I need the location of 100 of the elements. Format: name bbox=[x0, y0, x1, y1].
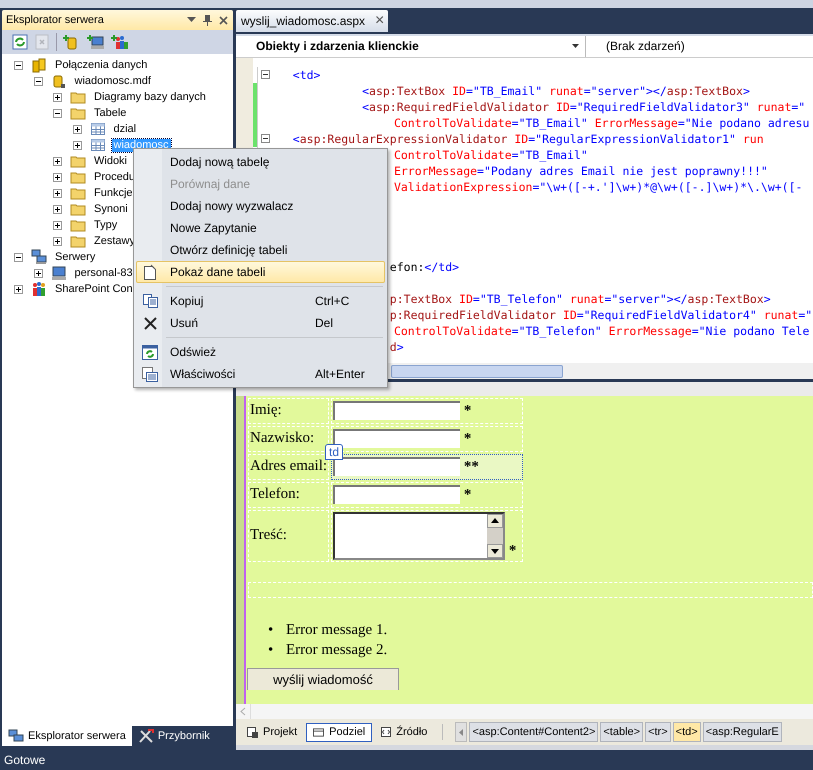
expand-icon[interactable] bbox=[34, 268, 42, 278]
required-marker: * bbox=[464, 431, 472, 448]
scrollbar[interactable] bbox=[487, 514, 504, 558]
tree-item[interactable]: Widoki bbox=[92, 154, 130, 168]
expand-icon[interactable] bbox=[53, 204, 62, 214]
code-line: ControlToValidate="TB_Telefon" ErrorMessage="Nie podano Tele bbox=[394, 324, 810, 338]
panel-tab[interactable]: Eksplorator serwera bbox=[2, 726, 132, 746]
breadcrumb-tag[interactable]: <tr> bbox=[645, 722, 671, 742]
close-button[interactable]: × bbox=[375, 12, 384, 30]
view-tab[interactable]: Projekt bbox=[240, 722, 304, 742]
menu-item[interactable]: Właściwości Alt+Enter bbox=[136, 363, 385, 385]
required-marker: * bbox=[508, 542, 516, 559]
menu-item[interactable]: Usuń Del bbox=[136, 312, 385, 334]
pin-icon[interactable] bbox=[203, 14, 212, 26]
tree-item[interactable]: Połączenia danych bbox=[53, 58, 150, 72]
close-icon[interactable] bbox=[219, 16, 228, 24]
tree-item[interactable]: Procedu bbox=[92, 170, 137, 184]
objects-dropdown[interactable]: Obiekty i zdarzenia klienckie bbox=[236, 36, 586, 57]
collapse-icon[interactable] bbox=[14, 252, 23, 262]
breadcrumb-tag[interactable]: <table> bbox=[600, 722, 644, 742]
expand-icon[interactable] bbox=[53, 220, 62, 230]
scroll-left-button[interactable] bbox=[455, 722, 468, 742]
tree-item[interactable]: Diagramy bazy danych bbox=[92, 90, 208, 104]
expand-icon[interactable] bbox=[14, 284, 23, 294]
table-icon bbox=[90, 137, 106, 153]
view-tab[interactable]: Źródło bbox=[374, 722, 434, 742]
events-dropdown[interactable]: (Brak zdarzeń) bbox=[586, 36, 813, 57]
code-line: d> bbox=[390, 340, 404, 354]
tree-item[interactable]: personal-83 bbox=[72, 266, 135, 280]
collapse-icon[interactable] bbox=[34, 76, 42, 86]
breadcrumb-tag[interactable]: <asp:RegularE bbox=[702, 722, 782, 742]
error-message: Error message 1. bbox=[286, 622, 388, 638]
refresh-icon[interactable] bbox=[12, 34, 28, 50]
collapse-icon[interactable] bbox=[14, 60, 23, 70]
expand-icon[interactable] bbox=[53, 92, 62, 102]
collapse-icon[interactable] bbox=[260, 134, 270, 144]
tree-item[interactable]: Typy bbox=[92, 218, 120, 232]
tree-item[interactable]: Tabele bbox=[92, 106, 128, 120]
expand-icon[interactable] bbox=[53, 236, 62, 246]
text-area[interactable] bbox=[333, 512, 506, 560]
tree-item[interactable]: SharePoint Con bbox=[53, 282, 135, 296]
scrollbar[interactable] bbox=[236, 704, 813, 720]
field-label: Nazwisko: bbox=[250, 430, 314, 446]
add-server-icon[interactable] bbox=[87, 34, 105, 50]
menu-item[interactable]: Otwórz definicję tabeli bbox=[136, 239, 385, 261]
error-message: Error message 2. bbox=[286, 642, 388, 658]
dropdown-arrow-icon bbox=[572, 44, 579, 48]
tree-item[interactable]: dzial bbox=[112, 122, 138, 136]
split-icon bbox=[313, 728, 324, 737]
input-field[interactable] bbox=[333, 485, 460, 504]
required-marker: * bbox=[464, 487, 472, 504]
menu-item[interactable]: Dodaj nowy wyzwalacz bbox=[136, 195, 385, 217]
panel-tab[interactable]: Przybornik bbox=[132, 726, 216, 746]
required-marker: * bbox=[464, 403, 472, 420]
code-line: efon:</td> bbox=[390, 260, 460, 274]
computer-icon bbox=[50, 265, 66, 281]
tree-item[interactable]: Funkcje bbox=[92, 186, 135, 200]
code-line: <asp:RequiredFieldValidator ID="RequiredFieldValidator3" runat=" bbox=[362, 100, 806, 114]
tree-item[interactable]: Synoni bbox=[92, 202, 130, 216]
breadcrumb-tag[interactable]: <td> bbox=[672, 722, 701, 742]
menu-item[interactable]: Pokaż dane tabeli bbox=[136, 261, 385, 283]
delete-icon bbox=[144, 316, 156, 330]
expand-icon[interactable] bbox=[72, 124, 82, 134]
shortcut-text: Del bbox=[315, 316, 334, 330]
people-icon bbox=[31, 281, 47, 297]
tree-item[interactable]: Zestawy bbox=[92, 234, 137, 248]
computers-icon bbox=[8, 729, 24, 743]
collapse-icon[interactable] bbox=[260, 70, 270, 80]
database-icon bbox=[50, 73, 66, 89]
input-field[interactable] bbox=[333, 401, 460, 420]
breadcrumb-tag[interactable]: <asp:Content#Content2> bbox=[469, 722, 598, 742]
code-line: p:RequiredFieldValidator ID="RequiredFieldValidator4" runat=" bbox=[390, 308, 812, 322]
copy-icon bbox=[142, 294, 158, 308]
dropdown-icon[interactable] bbox=[187, 17, 196, 23]
expand-icon[interactable] bbox=[53, 156, 62, 166]
table-icon bbox=[90, 121, 106, 137]
add-people-icon[interactable] bbox=[111, 34, 129, 50]
field-label: Imię: bbox=[250, 402, 282, 418]
menu-item[interactable]: Dodaj nową tabelę bbox=[136, 151, 385, 173]
view-tab[interactable]: Podziel bbox=[306, 722, 372, 742]
field-label: Treść: bbox=[250, 527, 287, 544]
menu-item[interactable]: Kopiuj Ctrl+C bbox=[136, 290, 385, 312]
menu-item[interactable]: Odśwież bbox=[136, 341, 385, 363]
input-field[interactable] bbox=[333, 429, 460, 448]
design-icon bbox=[247, 726, 258, 738]
submit-button[interactable]: wyślij wiadomość bbox=[247, 668, 399, 690]
refresh-icon bbox=[142, 344, 158, 360]
code-line: <asp:TextBox ID="TB_Email" runat="server"></asp:TextBox> bbox=[362, 84, 750, 98]
expand-icon[interactable] bbox=[72, 140, 82, 150]
document-tab[interactable]: wyslij_wiadomosc.aspx × bbox=[236, 10, 388, 32]
tree-item[interactable]: Serwery bbox=[53, 250, 98, 264]
expand-icon[interactable] bbox=[53, 172, 62, 182]
expand-icon[interactable] bbox=[53, 188, 62, 198]
collapse-icon[interactable] bbox=[53, 108, 62, 118]
status-text: Gotowe bbox=[4, 753, 46, 767]
left-arrow-icon bbox=[459, 728, 464, 736]
menu-item[interactable]: Nowe Zapytanie bbox=[136, 217, 385, 239]
source-icon bbox=[381, 727, 392, 738]
tree-item[interactable]: wiadomosc.mdf bbox=[72, 74, 153, 88]
input-field[interactable] bbox=[333, 457, 460, 476]
